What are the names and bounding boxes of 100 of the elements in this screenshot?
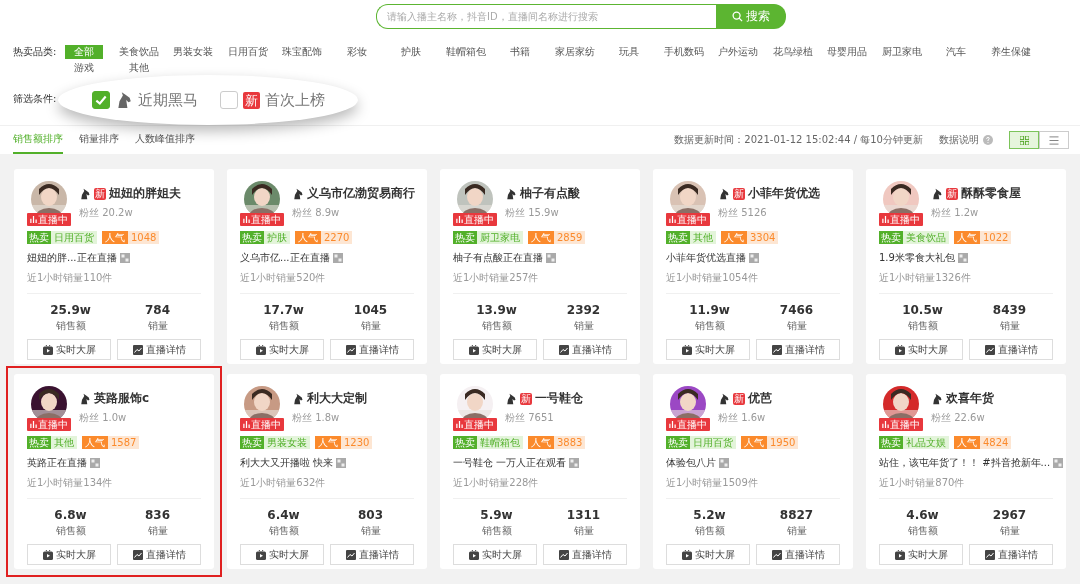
tv-icon [894,549,905,560]
live-detail-button[interactable]: 直播详情 [969,339,1053,360]
live-detail-button[interactable]: 直播详情 [969,544,1053,565]
sales-count: 2967 [992,508,1027,522]
stat-label: 销量 [999,524,1020,538]
streamer-name[interactable]: 利大大定制 [307,390,367,407]
new-badge: 新 [733,392,745,405]
streamer-name[interactable]: 妞妞的胖姐夫 [109,185,181,202]
fans-count: 粉丝 22.6w [931,411,986,425]
live-screen-button[interactable]: 实时大屏 [240,544,324,565]
category-item[interactable]: 游戏 [57,61,112,75]
category-tag: 厨卫家电 [477,231,523,244]
category-tag: 鞋帽箱包 [477,436,523,449]
category-item[interactable]: 花鸟绿植 [765,45,820,59]
new-badge: 新 [520,392,532,405]
grid-view-button[interactable] [1009,131,1039,149]
live-screen-button[interactable]: 实时大屏 [666,339,750,360]
streamer-name[interactable]: 欢喜年货 [946,390,994,407]
fans-count: 粉丝 8.9w [292,206,341,220]
sales-count: 1311 [566,508,601,522]
category-item[interactable]: 日用百货 [220,45,275,59]
category-item[interactable]: 其他 [111,61,166,75]
live-screen-button[interactable]: 实时大屏 [240,339,324,360]
live-detail-button[interactable]: 直播详情 [117,544,201,565]
qr-code-icon[interactable] [957,253,968,263]
sales-amount: 17.7w [263,303,304,317]
qr-code-icon[interactable] [1053,458,1064,468]
qr-code-icon[interactable] [749,253,759,263]
checkbox[interactable] [219,91,238,109]
live-screen-button[interactable]: 实时大屏 [27,544,111,565]
horse-icon [79,392,91,405]
streamer-name[interactable]: 义乌市亿渤贸易商行 [307,185,415,202]
chart-icon [132,344,143,355]
streamer-name[interactable]: 酥酥零食屋 [961,185,1021,202]
streamer-name[interactable]: 柚子有点酸 [520,185,580,202]
live-screen-button[interactable]: 实时大屏 [453,339,537,360]
category-item[interactable]: 彩妆 [329,45,384,59]
live-screen-button[interactable]: 实时大屏 [453,544,537,565]
hot-tag: 热卖 [666,231,690,244]
qr-code-icon[interactable] [719,458,729,468]
category-item[interactable]: 汽车 [929,45,984,59]
chart-icon [771,344,782,355]
category-item[interactable]: 书籍 [493,45,548,59]
qr-code-icon[interactable] [90,458,100,468]
live-detail-button[interactable]: 直播详情 [543,339,627,360]
category-item[interactable]: 男装女装 [166,45,221,59]
hot-tag: 热卖 [27,231,51,244]
checkbox[interactable] [91,91,110,109]
live-screen-button[interactable]: 实时大屏 [666,544,750,565]
search-field[interactable]: 请输入播主名称，抖音ID，直播间名称进行搜索 [376,4,716,29]
live-detail-button[interactable]: 直播详情 [330,544,414,565]
live-screen-button[interactable]: 实时大屏 [879,339,963,360]
live-detail-button[interactable]: 直播详情 [756,544,840,565]
category-item[interactable]: 户外运动 [711,45,766,59]
sales-count: 8827 [779,508,814,522]
live-detail-button[interactable]: 直播详情 [330,339,414,360]
live-detail-button[interactable]: 直播详情 [543,544,627,565]
qr-code-icon[interactable] [336,458,347,468]
category-item[interactable]: 母婴用品 [820,45,875,59]
category-item[interactable]: 养生保健 [983,45,1038,59]
category-item[interactable]: 鞋帽箱包 [438,45,493,59]
live-screen-button[interactable]: 实时大屏 [879,544,963,565]
category-item[interactable]: 手机数码 [656,45,711,59]
live-detail-button[interactable]: 直播详情 [117,339,201,360]
category-item[interactable]: 美食饮品 [111,45,166,59]
category-item[interactable]: 玩具 [602,45,657,59]
sales-amount: 6.4w [267,508,300,522]
stat-label: 销量 [360,524,381,538]
help-link[interactable]: 数据说明 [939,133,979,147]
popularity-value: 2270 [321,231,353,244]
live-screen-button[interactable]: 实时大屏 [27,339,111,360]
sales-amount: 6.8w [54,508,87,522]
list-view-button[interactable] [1039,131,1069,149]
category-item[interactable]: 护肤 [384,45,439,59]
sort-tab[interactable]: 人数峰值排序 [135,126,195,154]
category-item[interactable]: 珠宝配饰 [275,45,330,59]
streamer-name[interactable]: 英路服饰c [94,390,150,407]
category-item[interactable]: 厨卫家电 [874,45,929,59]
live-detail-button[interactable]: 直播详情 [756,339,840,360]
live-badge: 直播中 [666,213,710,226]
recent-sales: 近1小时销量257件 [453,271,627,294]
qr-code-icon[interactable] [119,253,130,263]
qr-code-icon[interactable] [546,253,556,263]
streamer-name[interactable]: 一号鞋仓 [535,390,583,407]
chart-icon [558,549,569,560]
qr-code-icon[interactable] [332,253,343,263]
hot-tag: 热卖 [666,436,690,449]
horse-icon [79,187,91,200]
question-icon[interactable] [983,135,993,145]
category-tag: 护肤 [264,231,290,244]
streamer-name[interactable]: 小菲年货优选 [748,185,820,202]
recent-sales: 近1小时销量110件 [27,271,201,294]
grid-icon [1019,135,1029,145]
sort-tab[interactable]: 销量排序 [79,126,119,154]
qr-code-icon[interactable] [569,458,580,468]
sales-amount: 25.9w [50,303,91,317]
streamer-name[interactable]: 优芭 [748,390,772,407]
stat-label: 销售额 [481,319,512,333]
hot-tag: 热卖 [453,231,477,244]
category-item[interactable]: 家居家纺 [547,45,602,59]
